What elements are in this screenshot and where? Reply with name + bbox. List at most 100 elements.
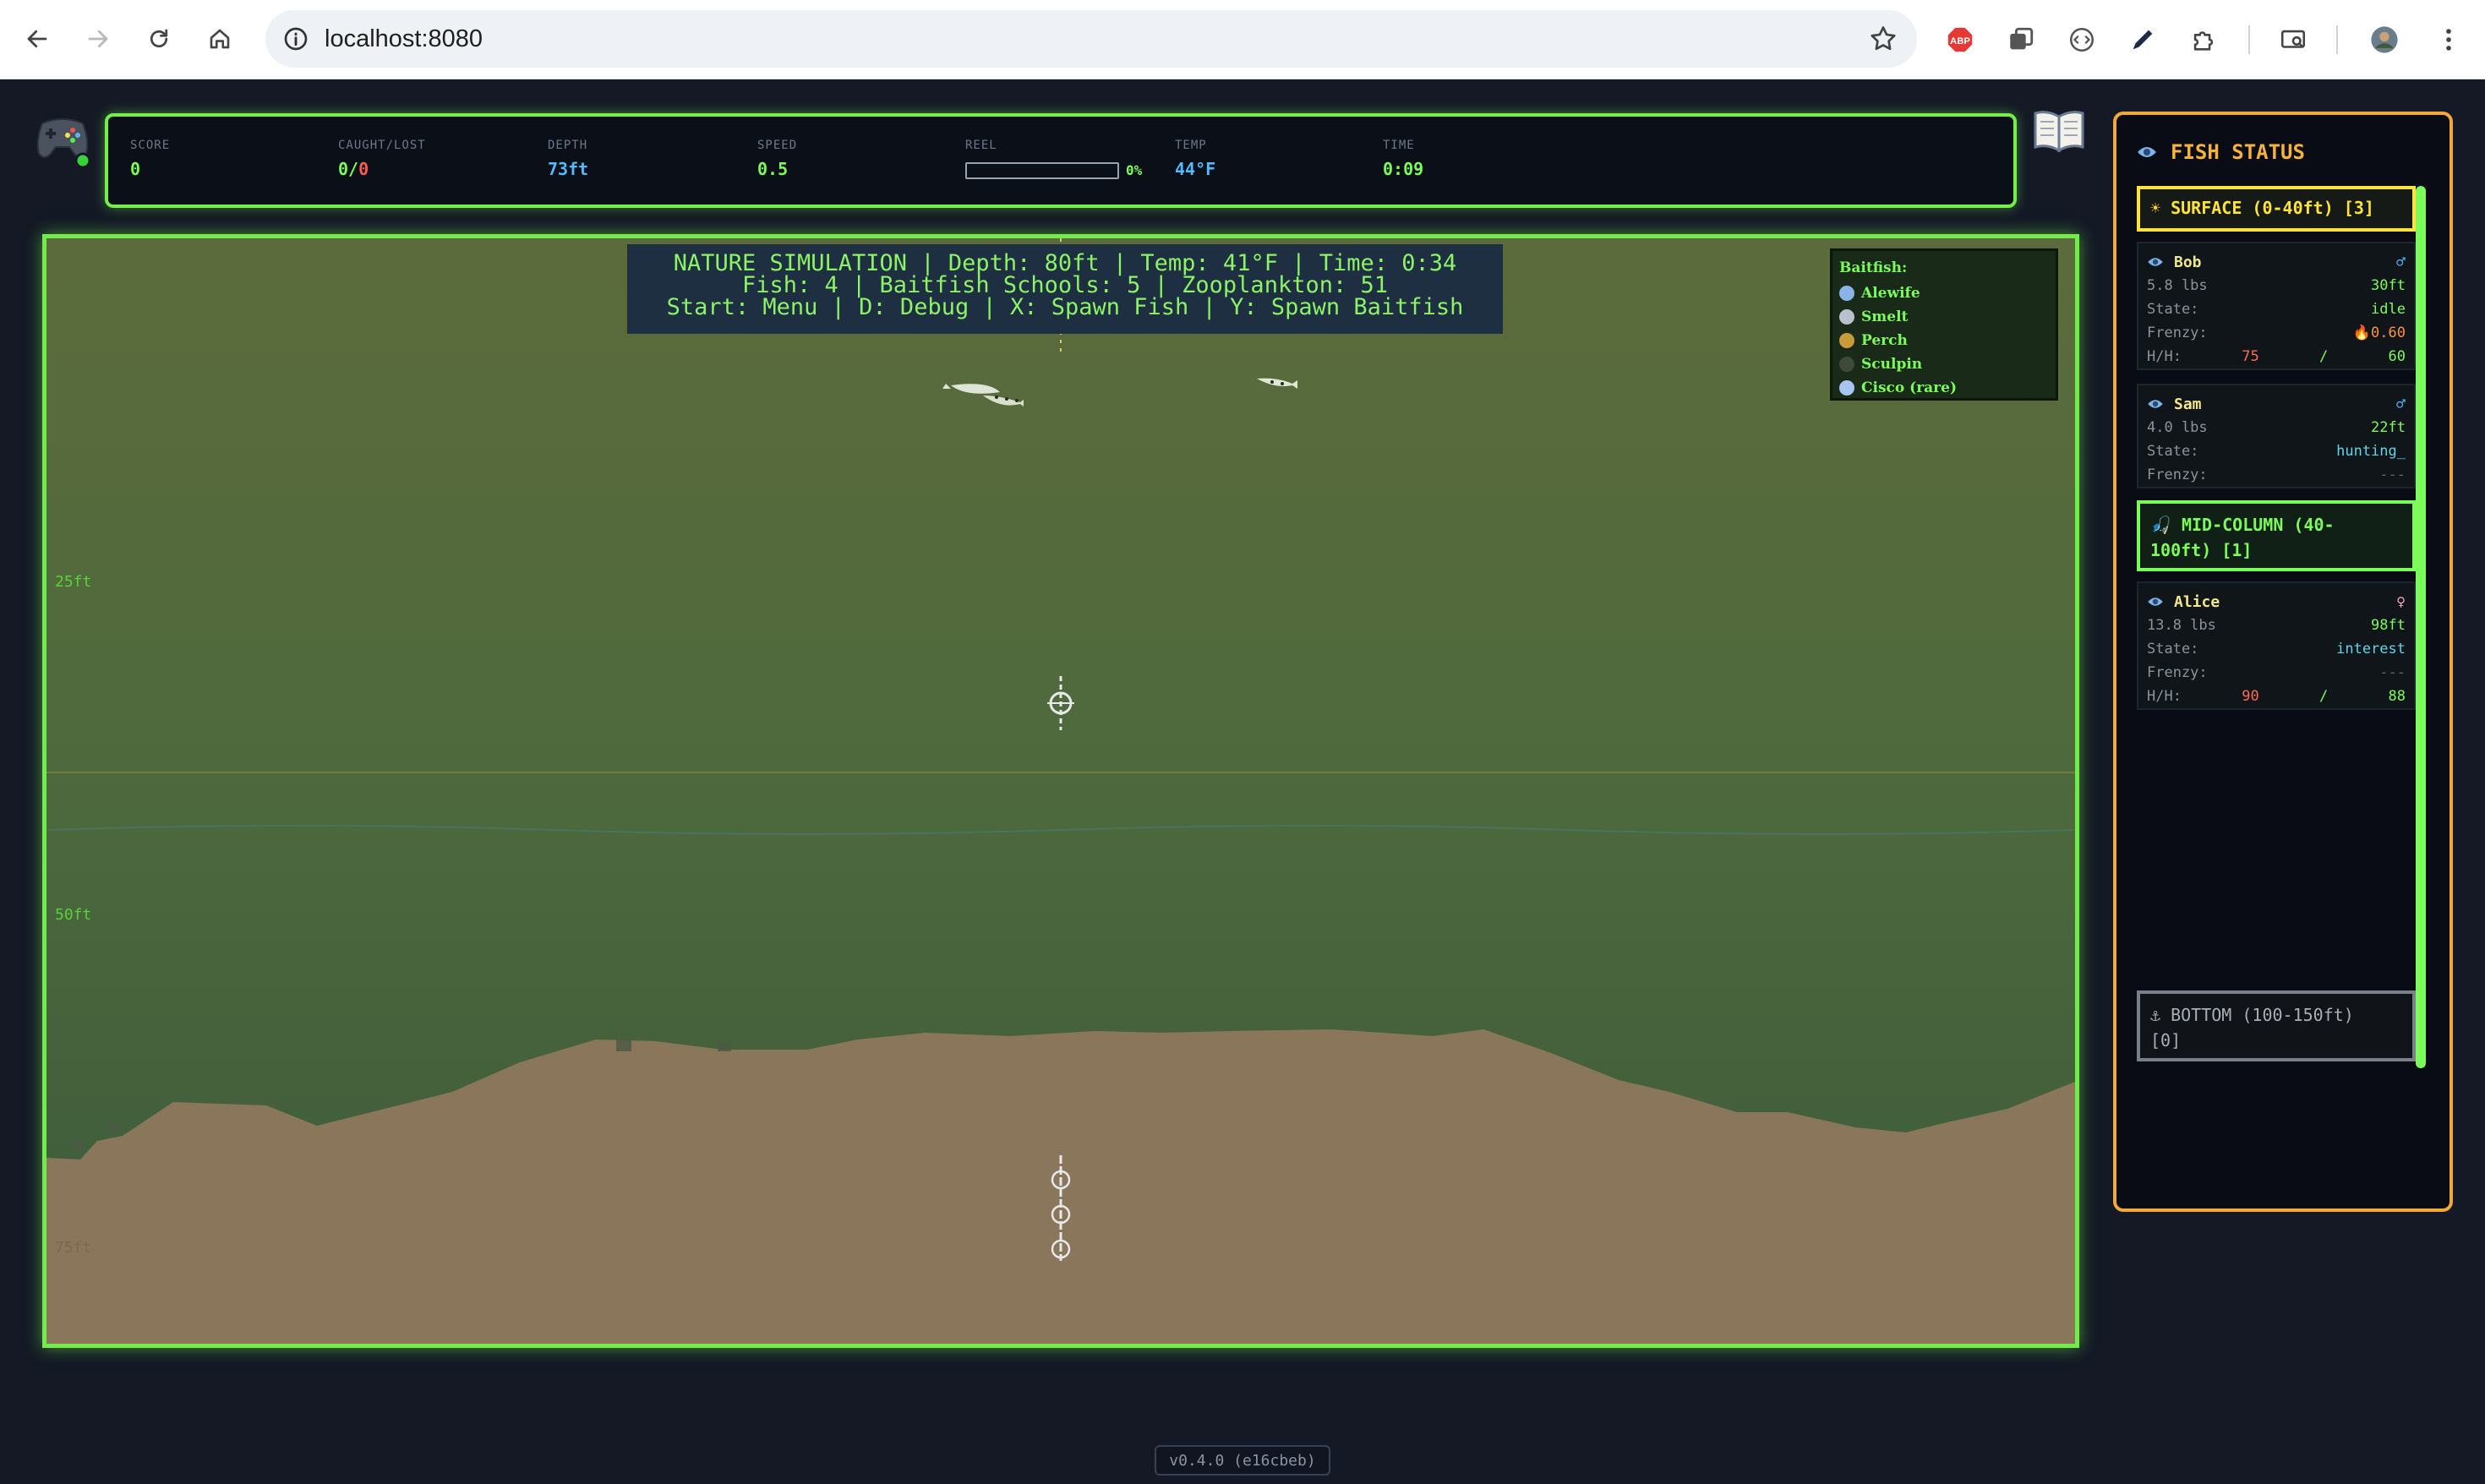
legend-label: Cisco (rare) [1861, 379, 1957, 396]
reel-label: REEL [965, 139, 997, 152]
depth-marker-75: 75ft [55, 1239, 92, 1257]
speed-label: SPEED [757, 139, 798, 152]
reload-icon [150, 29, 168, 48]
hud-score: SCORE 0 [130, 139, 170, 179]
flame-icon: 🔥 [2352, 325, 2372, 341]
fish-name: Alice [2147, 593, 2220, 611]
eye-icon [2138, 147, 2156, 157]
gender-male-icon: ♂ [2396, 253, 2406, 271]
legend-label: Alewife [1861, 285, 1920, 302]
rock [718, 1041, 731, 1051]
fish-card-bob[interactable]: Bob ♂ 5.8 lbs 30ft State: idle Frenzy: 🔥0.60… [2137, 242, 2416, 370]
frenzy-label: Frenzy: [2147, 325, 2208, 341]
fish-card-sam[interactable]: Sam ♂ 4.0 lbs 22ft State: hunting_ Frenzy: -… [2137, 384, 2416, 488]
back-button[interactable] [17, 19, 57, 59]
reel-percent: 0% [1126, 162, 1143, 178]
temp-value: 44°F [1175, 159, 1216, 179]
extensions-button[interactable] [2186, 22, 2221, 57]
fish-card-alice[interactable]: Alice ♀ 13.8 lbs 98ft State: interest Frenz… [2137, 581, 2416, 710]
tab-search-icon [2010, 27, 2034, 50]
depth-value: 73ft [548, 159, 589, 179]
tab-extension-button[interactable] [2003, 22, 2039, 57]
panel-scrollbar[interactable] [2416, 186, 2426, 1068]
zone-surface-header[interactable]: ☀ SURFACE (0-40ft) [3] [2137, 186, 2416, 232]
hh-label: H/H: [2147, 688, 2182, 705]
hh-label: H/H: [2147, 348, 2182, 365]
gamepad-icon[interactable] [34, 112, 91, 171]
simulation-info-overlay: NATURE SIMULATION | Depth: 80ft | Temp: … [627, 244, 1503, 334]
fish-name-text: Alice [2174, 592, 2220, 611]
eye-icon [2148, 400, 2163, 408]
profile-avatar [2371, 26, 2398, 53]
profile-button[interactable] [2367, 22, 2402, 57]
score-value: 0 [130, 159, 141, 179]
hud-temp: TEMP 44°F [1175, 139, 1215, 179]
hh-separator: / [2318, 688, 2329, 705]
fish-status-title: FISH STATUS [2137, 140, 2305, 164]
legend-item: Sculpin [1839, 352, 2049, 376]
fish-weight: 4.0 lbs [2147, 419, 2208, 436]
arrow-right-icon [88, 30, 108, 48]
svg-text:ABP: ABP [1950, 36, 1970, 46]
caught-value: 0/ [338, 159, 359, 179]
eye-icon [2148, 597, 2163, 606]
gender-male-icon: ♂ [2396, 395, 2406, 413]
browser-menu-button[interactable] [2431, 22, 2466, 57]
toolbar-separator [2336, 25, 2338, 54]
zone-bottom-header[interactable]: ⚓ BOTTOM (100-150ft) [0] [2137, 990, 2416, 1061]
site-info-icon[interactable] [282, 25, 309, 52]
bookmark-star-icon[interactable] [1868, 24, 1898, 54]
legend-swatch [1839, 309, 1854, 325]
state-label: State: [2147, 641, 2199, 657]
fish-frenzy: --- [2379, 664, 2406, 681]
fish-hunger: 90 [2242, 688, 2259, 705]
rock [72, 1139, 85, 1151]
state-label: State: [2147, 301, 2199, 318]
hud-depth: DEPTH 73ft [548, 139, 588, 179]
home-icon [210, 29, 230, 49]
depth-marker-25: 25ft [55, 573, 92, 591]
fish-depth: 22ft [2371, 419, 2406, 436]
fish-state: interest [2336, 641, 2406, 657]
zone-mid-label-1: MID-COLUMN (40- [2181, 515, 2335, 535]
fish-state: idle [2371, 301, 2406, 318]
lake-scene[interactable] [46, 238, 2075, 1344]
fish-name-text: Sam [2174, 395, 2202, 413]
arrow-left-icon [27, 30, 47, 48]
fish-health: 60 [2388, 348, 2406, 365]
frenzy-value: 0.60 [2371, 325, 2406, 341]
fish-frenzy: 🔥0.60 [2353, 325, 2406, 341]
baitfish-legend: Baitfish: Alewife Smelt Perch Sculpin Cisco … [1830, 248, 2058, 401]
fish-name: Sam [2147, 396, 2202, 413]
state-label: State: [2147, 443, 2199, 460]
speed-value: 0.5 [757, 159, 789, 179]
hud-caught-lost: CAUGHT/LOST 0/0 [338, 139, 426, 179]
cast-icon [2280, 30, 2306, 48]
frenzy-label: Frenzy: [2147, 466, 2208, 483]
eyedropper-extension-button[interactable] [2125, 22, 2160, 57]
home-button[interactable] [199, 19, 240, 59]
zone-mid-column-header[interactable]: 🎣 MID-COLUMN (40- 100ft) [1] [2137, 500, 2416, 571]
eyedropper-icon [2133, 30, 2153, 50]
lure-icon: 🎣 [2150, 515, 2171, 535]
fish-depth: 30ft [2371, 277, 2406, 294]
forward-button[interactable] [78, 19, 118, 59]
adblock-extension-button[interactable]: ABP [1942, 22, 1978, 57]
legend-item: Perch [1839, 329, 2049, 352]
legend-title: Baitfish: [1839, 259, 1908, 276]
fish-weight: 5.8 lbs [2147, 277, 2208, 294]
version-badge: v0.4.0 (e16cbeb) [1155, 1445, 1330, 1476]
game-canvas[interactable]: 25ft 50ft 75ft NATURE SIMULATION | Depth… [42, 234, 2079, 1348]
puzzle-icon [2193, 31, 2214, 51]
address-bar[interactable]: localhost:8080 [265, 10, 1917, 68]
code-extension-button[interactable] [2064, 22, 2100, 57]
legend-label: Smelt [1861, 308, 1909, 325]
reload-button[interactable] [139, 19, 179, 59]
eye-icon [2148, 258, 2163, 266]
code-icon [2069, 27, 2094, 52]
book-icon[interactable] [2032, 108, 2086, 154]
hud-time: TIME 0:09 [1383, 139, 1423, 179]
fish-depth: 98ft [2371, 617, 2406, 634]
url-text[interactable]: localhost:8080 [325, 25, 483, 53]
cast-button[interactable] [2275, 22, 2311, 57]
